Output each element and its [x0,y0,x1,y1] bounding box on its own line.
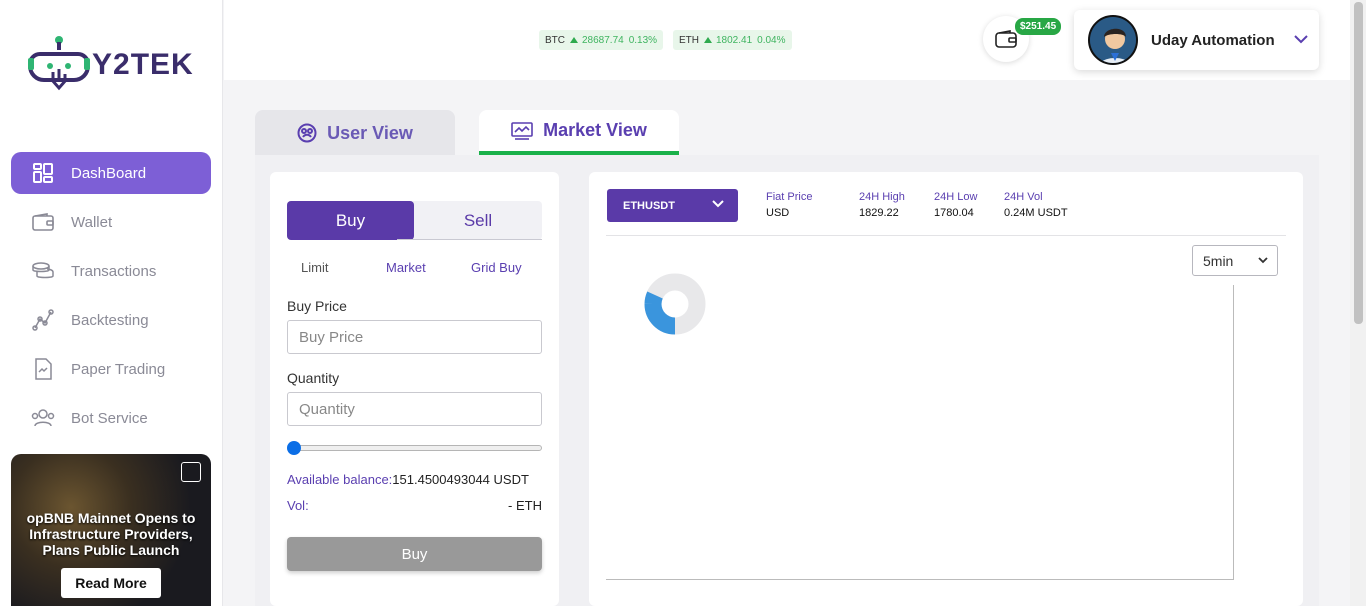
stat-value: USD [766,207,790,219]
dashboard-icon [31,161,55,185]
ticker-eth: ETH 1802.41 0.04% [673,30,792,50]
sidebar-item-label: Backtesting [71,311,149,329]
tab-market-view[interactable]: Market View [479,110,679,155]
buy-submit-button[interactable]: Buy [287,537,542,571]
stat-fiat-price: Fiat Price USD [766,191,812,219]
page-scrollbar[interactable] [1350,0,1366,606]
trade-panel: Buy Sell Limit Market Grid Buy Buy Price… [270,172,559,606]
stat-value: 1829.22 [859,207,899,219]
news-promo-card[interactable]: opBNB Mainnet Opens to Infrastructure Pr… [11,454,211,606]
chart-area[interactable] [606,273,1234,580]
buy-price-input[interactable]: Buy Price [287,320,542,354]
user-circle-icon [297,123,317,143]
user-name: Uday Automation [1151,32,1275,49]
ticker-change: 0.04% [757,34,786,46]
wallet-icon [31,210,55,234]
up-arrow-icon [570,37,578,43]
order-type-market[interactable]: Market [386,260,426,275]
quantity-label: Quantity [287,370,340,386]
top-header: BTC 28687.74 0.13% ETH 1802.41 0.04% $25… [224,0,1350,80]
sidebar-item-backtesting[interactable]: Backtesting [11,299,211,341]
pair-select-value: ETHUSDT [623,199,675,212]
vol-value: - ETH [508,498,542,513]
stat-24h-vol: 24H Vol 0.24M USDT [1004,191,1068,219]
sidebar-item-wallet[interactable]: Wallet [11,201,211,243]
users-icon [31,406,55,430]
sell-toggle-button[interactable]: Sell [414,201,542,240]
chevron-down-icon [1294,35,1308,44]
logo-text: Y2TEK [92,48,194,81]
pair-select[interactable]: ETHUSDT [607,189,738,222]
chevron-down-icon [1258,257,1268,264]
interval-value: 5min [1203,252,1234,269]
sidebar-item-dashboard[interactable]: DashBoard [11,152,211,194]
ticker-symbol: BTC [545,34,565,46]
stat-24h-low: 24H Low 1780.04 [934,191,977,219]
promo-title: opBNB Mainnet Opens to Infrastructure Pr… [26,510,196,558]
ticker-symbol: ETH [679,34,699,46]
tab-label: User View [327,122,413,143]
available-balance-label: Available balance: [287,472,393,487]
sidebar: Y2TEK DashBoard Wallet Transactions Back… [0,0,223,606]
robot-logo-icon [28,36,90,91]
sidebar-item-label: Paper Trading [71,360,166,378]
avatar [1088,15,1138,65]
coins-icon [31,259,55,283]
sidebar-item-label: Bot Service [71,409,148,427]
stat-label: Fiat Price [766,191,813,203]
read-more-button[interactable]: Read More [61,568,161,598]
sidebar-item-label: DashBoard [71,164,147,182]
stat-value: 1780.04 [934,207,974,219]
buy-price-label: Buy Price [287,298,347,314]
document-icon [31,357,55,381]
order-type-limit[interactable]: Limit [301,260,328,275]
interval-select[interactable]: 5min [1192,245,1278,276]
sidebar-item-transactions[interactable]: Transactions [11,250,211,292]
wallet-icon [995,30,1017,48]
available-balance-value: 151.4500493044 USDT [392,472,529,487]
ticker-price: 28687.74 [582,34,624,46]
quantity-input[interactable]: Quantity [287,392,542,426]
tab-user-view[interactable]: User View [255,110,455,156]
divider [606,235,1286,236]
quantity-slider[interactable] [287,441,542,455]
divider [397,239,542,240]
sidebar-item-label: Transactions [71,262,157,280]
slider-thumb[interactable] [287,441,301,455]
sidebar-item-bot-service[interactable]: Bot Service [11,397,211,439]
sidebar-nav: DashBoard Wallet Transactions Backtestin… [11,152,211,446]
stat-label: 24H High [859,191,905,203]
market-chart-icon [511,121,533,140]
sidebar-item-label: Wallet [71,213,113,231]
scrollbar-thumb[interactable] [1354,2,1363,324]
market-chart-panel: ETHUSDT Fiat Price USD 24H High 1829.22 … [589,172,1303,606]
stat-label: 24H Vol [1004,191,1043,203]
order-type-tabs: Limit Market Grid Buy [287,260,542,278]
stat-value: 0.24M USDT [1004,207,1068,219]
tab-label: Market View [543,120,647,140]
expand-icon[interactable] [181,462,201,482]
ticker-btc: BTC 28687.74 0.13% [539,30,664,50]
wallet-balance-badge: $251.45 [1015,18,1062,35]
buy-toggle-button[interactable]: Buy [287,201,414,240]
available-balance: Available balance:151.4500493044 USDT [287,472,542,487]
volume-row: Vol: - ETH [287,498,542,513]
user-menu[interactable]: Uday Automation [1074,10,1319,70]
loading-spinner-icon [644,273,706,335]
slider-track [291,445,542,451]
stat-24h-high: 24H High 1829.22 [859,191,905,219]
vol-label: Vol: [287,498,309,513]
up-arrow-icon [704,37,712,43]
ticker-change: 0.13% [628,34,658,46]
chart-line-icon [31,308,55,332]
logo[interactable]: Y2TEK [28,34,198,94]
chevron-down-icon [712,200,724,208]
stat-label: 24H Low [934,191,978,203]
buy-sell-toggle: Buy Sell [287,201,542,240]
sidebar-item-paper-trading[interactable]: Paper Trading [11,348,211,390]
order-type-grid-buy[interactable]: Grid Buy [471,260,522,275]
ticker-price: 1802.41 [716,34,753,46]
